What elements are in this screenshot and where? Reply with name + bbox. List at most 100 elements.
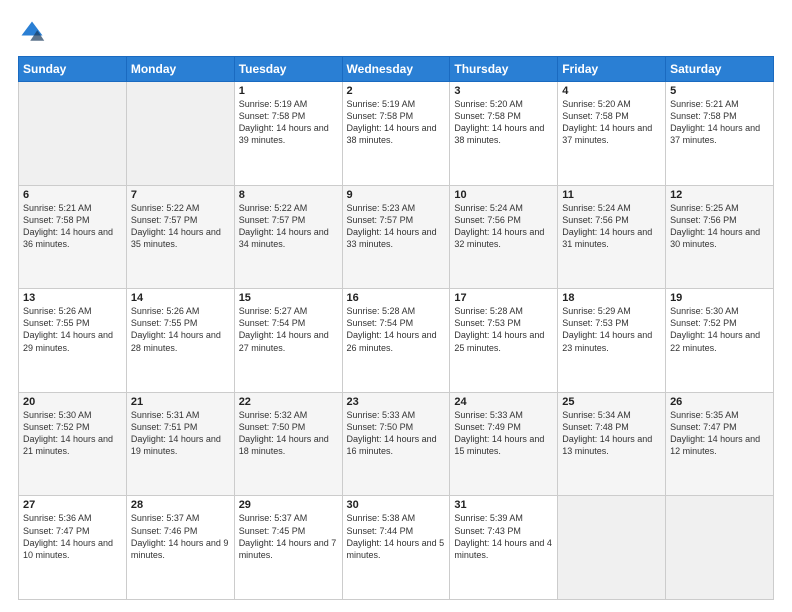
- cell-info: Sunrise: 5:21 AMSunset: 7:58 PMDaylight:…: [23, 203, 113, 249]
- cell-info: Sunrise: 5:19 AMSunset: 7:58 PMDaylight:…: [239, 99, 329, 145]
- cell-info: Sunrise: 5:38 AMSunset: 7:44 PMDaylight:…: [347, 513, 445, 559]
- cell-info: Sunrise: 5:37 AMSunset: 7:45 PMDaylight:…: [239, 513, 337, 559]
- cell-info: Sunrise: 5:21 AMSunset: 7:58 PMDaylight:…: [670, 99, 760, 145]
- day-number: 9: [347, 189, 446, 201]
- cell-info: Sunrise: 5:33 AMSunset: 7:49 PMDaylight:…: [454, 410, 544, 456]
- calendar-cell: 7 Sunrise: 5:22 AMSunset: 7:57 PMDaylight…: [126, 185, 234, 289]
- cell-info: Sunrise: 5:29 AMSunset: 7:53 PMDaylight:…: [562, 306, 652, 352]
- day-number: 25: [562, 396, 661, 408]
- cell-info: Sunrise: 5:33 AMSunset: 7:50 PMDaylight:…: [347, 410, 437, 456]
- cell-info: Sunrise: 5:26 AMSunset: 7:55 PMDaylight:…: [23, 306, 113, 352]
- day-number: 6: [23, 189, 122, 201]
- cell-info: Sunrise: 5:20 AMSunset: 7:58 PMDaylight:…: [562, 99, 652, 145]
- calendar-cell: 6 Sunrise: 5:21 AMSunset: 7:58 PMDaylight…: [19, 185, 127, 289]
- cell-info: Sunrise: 5:20 AMSunset: 7:58 PMDaylight:…: [454, 99, 544, 145]
- cell-info: Sunrise: 5:30 AMSunset: 7:52 PMDaylight:…: [670, 306, 760, 352]
- calendar-cell: 22Sunrise: 5:32 AMSunset: 7:50 PMDayligh…: [234, 392, 342, 496]
- calendar-cell: 3 Sunrise: 5:20 AMSunset: 7:58 PMDaylight…: [450, 82, 558, 186]
- calendar-cell: 25Sunrise: 5:34 AMSunset: 7:48 PMDayligh…: [558, 392, 666, 496]
- calendar-cell: 24 Sunrise: 5:33 AMSunset: 7:49 PMDayligh…: [450, 392, 558, 496]
- page: SundayMondayTuesdayWednesdayThursdayFrid…: [0, 0, 792, 612]
- cell-info: Sunrise: 5:36 AMSunset: 7:47 PMDaylight:…: [23, 513, 113, 559]
- calendar-col-saturday: Saturday: [666, 57, 774, 82]
- calendar-cell: 17Sunrise: 5:28 AMSunset: 7:53 PMDayligh…: [450, 289, 558, 393]
- day-number: 16: [347, 292, 446, 304]
- calendar-col-wednesday: Wednesday: [342, 57, 450, 82]
- day-number: 4: [562, 85, 661, 97]
- calendar-cell: 9 Sunrise: 5:23 AMSunset: 7:57 PMDaylight…: [342, 185, 450, 289]
- cell-info: Sunrise: 5:30 AMSunset: 7:52 PMDaylight:…: [23, 410, 113, 456]
- cell-info: Sunrise: 5:31 AMSunset: 7:51 PMDaylight:…: [131, 410, 221, 456]
- calendar-cell: 8Sunrise: 5:22 AMSunset: 7:57 PMDaylight…: [234, 185, 342, 289]
- logo-icon: [18, 18, 46, 46]
- day-number: 17: [454, 292, 553, 304]
- calendar-cell: 20 Sunrise: 5:30 AMSunset: 7:52 PMDayligh…: [19, 392, 127, 496]
- day-number: 30: [347, 499, 446, 511]
- day-number: 3: [454, 85, 553, 97]
- header: [18, 18, 774, 46]
- calendar-cell: 4 Sunrise: 5:20 AMSunset: 7:58 PMDaylight…: [558, 82, 666, 186]
- calendar-week-row: 6 Sunrise: 5:21 AMSunset: 7:58 PMDaylight…: [19, 185, 774, 289]
- calendar-col-friday: Friday: [558, 57, 666, 82]
- day-number: 14: [131, 292, 230, 304]
- cell-info: Sunrise: 5:24 AMSunset: 7:56 PMDaylight:…: [454, 203, 544, 249]
- cell-info: Sunrise: 5:19 AMSunset: 7:58 PMDaylight:…: [347, 99, 437, 145]
- calendar-cell: 2 Sunrise: 5:19 AMSunset: 7:58 PMDaylight…: [342, 82, 450, 186]
- cell-info: Sunrise: 5:23 AMSunset: 7:57 PMDaylight:…: [347, 203, 437, 249]
- day-number: 5: [670, 85, 769, 97]
- day-number: 27: [23, 499, 122, 511]
- calendar-cell: 23 Sunrise: 5:33 AMSunset: 7:50 PMDayligh…: [342, 392, 450, 496]
- day-number: 23: [347, 396, 446, 408]
- calendar-cell: 26Sunrise: 5:35 AMSunset: 7:47 PMDayligh…: [666, 392, 774, 496]
- day-number: 20: [23, 396, 122, 408]
- day-number: 29: [239, 499, 338, 511]
- logo: [18, 18, 50, 46]
- day-number: 1: [239, 85, 338, 97]
- day-number: 10: [454, 189, 553, 201]
- day-number: 15: [239, 292, 338, 304]
- cell-info: Sunrise: 5:32 AMSunset: 7:50 PMDaylight:…: [239, 410, 329, 456]
- calendar-cell: 5 Sunrise: 5:21 AMSunset: 7:58 PMDaylight…: [666, 82, 774, 186]
- calendar-cell: 10 Sunrise: 5:24 AMSunset: 7:56 PMDayligh…: [450, 185, 558, 289]
- cell-info: Sunrise: 5:27 AMSunset: 7:54 PMDaylight:…: [239, 306, 329, 352]
- day-number: 2: [347, 85, 446, 97]
- calendar-cell: 28 Sunrise: 5:37 AMSunset: 7:46 PMDayligh…: [126, 496, 234, 600]
- calendar-cell: 31Sunrise: 5:39 AMSunset: 7:43 PMDayligh…: [450, 496, 558, 600]
- calendar-cell: 14Sunrise: 5:26 AMSunset: 7:55 PMDayligh…: [126, 289, 234, 393]
- day-number: 7: [131, 189, 230, 201]
- calendar-col-tuesday: Tuesday: [234, 57, 342, 82]
- calendar-cell: 13 Sunrise: 5:26 AMSunset: 7:55 PMDayligh…: [19, 289, 127, 393]
- day-number: 26: [670, 396, 769, 408]
- calendar-week-row: 1 Sunrise: 5:19 AMSunset: 7:58 PMDaylight…: [19, 82, 774, 186]
- cell-info: Sunrise: 5:28 AMSunset: 7:54 PMDaylight:…: [347, 306, 437, 352]
- calendar-header-row: SundayMondayTuesdayWednesdayThursdayFrid…: [19, 57, 774, 82]
- calendar-cell: 16 Sunrise: 5:28 AMSunset: 7:54 PMDayligh…: [342, 289, 450, 393]
- calendar-cell: 12 Sunrise: 5:25 AMSunset: 7:56 PMDayligh…: [666, 185, 774, 289]
- calendar-col-sunday: Sunday: [19, 57, 127, 82]
- calendar-cell: 30 Sunrise: 5:38 AMSunset: 7:44 PMDayligh…: [342, 496, 450, 600]
- calendar-week-row: 27 Sunrise: 5:36 AMSunset: 7:47 PMDayligh…: [19, 496, 774, 600]
- calendar-cell: [126, 82, 234, 186]
- day-number: 11: [562, 189, 661, 201]
- day-number: 8: [239, 189, 338, 201]
- calendar-week-row: 13 Sunrise: 5:26 AMSunset: 7:55 PMDayligh…: [19, 289, 774, 393]
- day-number: 12: [670, 189, 769, 201]
- calendar-table: SundayMondayTuesdayWednesdayThursdayFrid…: [18, 56, 774, 600]
- cell-info: Sunrise: 5:25 AMSunset: 7:56 PMDaylight:…: [670, 203, 760, 249]
- calendar-cell: 29 Sunrise: 5:37 AMSunset: 7:45 PMDayligh…: [234, 496, 342, 600]
- calendar-cell: [558, 496, 666, 600]
- calendar-cell: [19, 82, 127, 186]
- calendar-col-monday: Monday: [126, 57, 234, 82]
- day-number: 19: [670, 292, 769, 304]
- calendar-cell: 11Sunrise: 5:24 AMSunset: 7:56 PMDayligh…: [558, 185, 666, 289]
- cell-info: Sunrise: 5:39 AMSunset: 7:43 PMDaylight:…: [454, 513, 552, 559]
- day-number: 18: [562, 292, 661, 304]
- calendar-cell: 21 Sunrise: 5:31 AMSunset: 7:51 PMDayligh…: [126, 392, 234, 496]
- calendar-cell: 15 Sunrise: 5:27 AMSunset: 7:54 PMDayligh…: [234, 289, 342, 393]
- day-number: 13: [23, 292, 122, 304]
- cell-info: Sunrise: 5:22 AMSunset: 7:57 PMDaylight:…: [131, 203, 221, 249]
- day-number: 21: [131, 396, 230, 408]
- cell-info: Sunrise: 5:37 AMSunset: 7:46 PMDaylight:…: [131, 513, 229, 559]
- day-number: 28: [131, 499, 230, 511]
- day-number: 24: [454, 396, 553, 408]
